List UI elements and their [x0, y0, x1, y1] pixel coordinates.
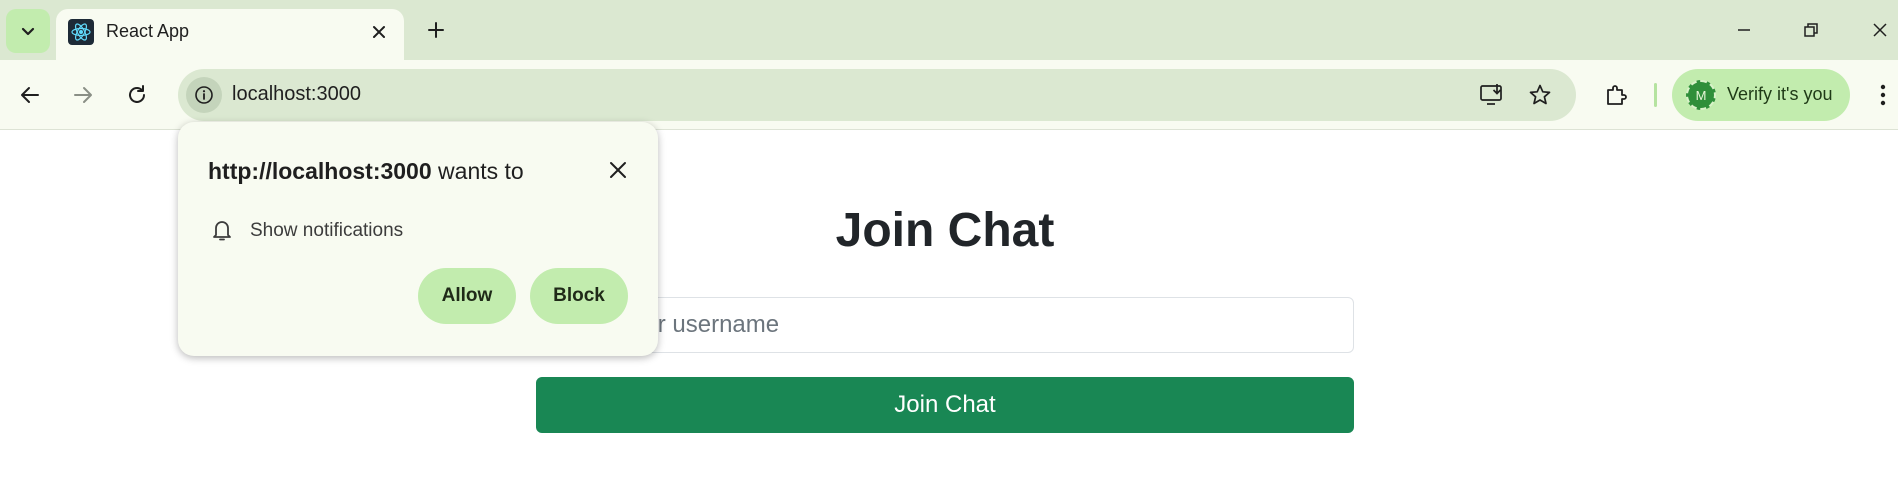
star-icon: [1529, 84, 1551, 105]
window-close-button[interactable]: [1858, 12, 1898, 48]
arrow-right-icon: [74, 87, 92, 103]
join-chat-button[interactable]: Join Chat: [536, 377, 1354, 433]
puzzle-icon: [1607, 85, 1627, 105]
tab-search-button[interactable]: [6, 9, 50, 53]
page-title: Join Chat: [835, 204, 1055, 257]
popup-title: http://localhost:3000 wants to: [208, 158, 524, 185]
close-icon: [610, 162, 626, 178]
popup-title-suffix: wants to: [431, 158, 524, 184]
new-tab-button[interactable]: [420, 14, 452, 46]
plus-icon: [428, 22, 444, 38]
tab-close-button[interactable]: [366, 19, 392, 45]
kebab-menu-icon: [1880, 84, 1886, 106]
block-button[interactable]: Block: [530, 268, 628, 324]
minimize-button[interactable]: [1722, 12, 1766, 48]
forward-button[interactable]: [63, 75, 103, 115]
allow-button[interactable]: Allow: [418, 268, 516, 324]
react-logo-icon: [68, 19, 94, 45]
tab-title: React App: [106, 21, 190, 41]
bell-icon: [210, 218, 234, 242]
popup-origin: http://localhost:3000: [208, 158, 432, 184]
username-input[interactable]: [536, 297, 1354, 353]
avatar: M: [1686, 80, 1716, 110]
close-icon: [1873, 23, 1887, 37]
verify-label: Verify it's you: [1727, 84, 1833, 104]
reload-icon: [129, 85, 145, 103]
reload-button[interactable]: [117, 75, 157, 115]
install-app-button[interactable]: [1476, 79, 1508, 111]
browser-menu-button[interactable]: [1868, 77, 1898, 113]
site-info-button[interactable]: [186, 77, 222, 113]
restore-button[interactable]: [1789, 12, 1833, 48]
tab-strip: React App: [0, 0, 1898, 60]
notification-permission-popup: http://localhost:3000 wants to Show noti…: [178, 122, 658, 356]
close-icon: [373, 26, 385, 38]
browser-toolbar: localhost:3000 M Verify it's you: [0, 60, 1898, 130]
back-button[interactable]: [10, 75, 50, 115]
popup-close-button[interactable]: [602, 154, 634, 186]
profile-verify-button[interactable]: M Verify it's you: [1672, 69, 1850, 121]
extensions-button[interactable]: [1598, 77, 1634, 113]
install-app-icon: [1480, 84, 1502, 105]
browser-tab[interactable]: React App: [56, 9, 404, 60]
minimize-icon: [1738, 29, 1750, 31]
info-icon: [195, 86, 213, 104]
toolbar-divider: [1654, 83, 1657, 107]
chevron-down-icon: [21, 27, 35, 36]
restore-icon: [1804, 23, 1818, 37]
url-text[interactable]: localhost:3000: [232, 83, 361, 106]
address-bar[interactable]: localhost:3000: [178, 69, 1576, 121]
permission-label: Show notifications: [250, 220, 404, 241]
bookmark-button[interactable]: [1524, 79, 1556, 111]
arrow-left-icon: [21, 87, 39, 103]
